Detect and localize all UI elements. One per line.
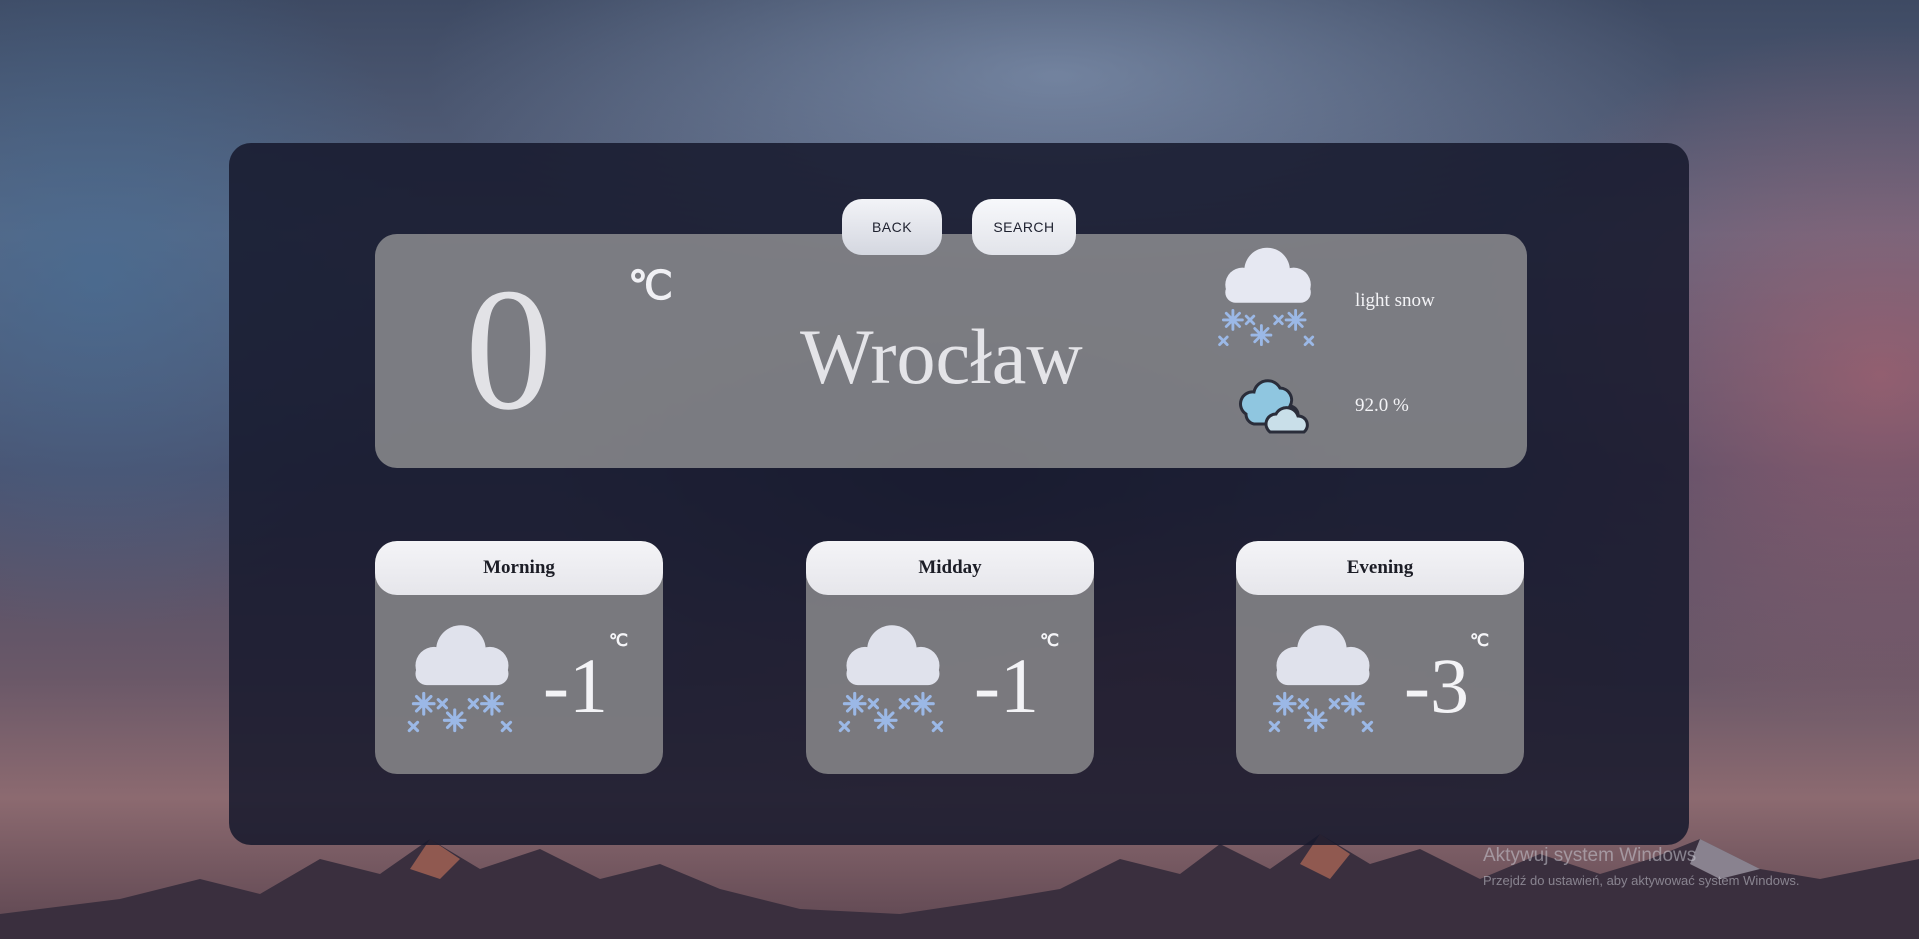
snow-cloud-icon <box>1218 247 1315 347</box>
clouds-icon <box>1239 379 1309 434</box>
forecast-label: Evening <box>1236 541 1524 595</box>
forecast-label: Morning <box>375 541 663 595</box>
humidity-value: 92.0 % <box>1355 395 1409 416</box>
forecast-temperature-unit: ℃ <box>609 631 629 650</box>
forecast-temperature: -1 <box>543 642 608 729</box>
forecast-temperature-unit: ℃ <box>1040 631 1060 650</box>
watermark-subtitle: Przejdź do ustawień, aby aktywować syste… <box>1483 873 1800 888</box>
forecast-card-morning: Morning -1 ℃ <box>375 541 663 774</box>
search-button[interactable]: SEARCH <box>972 199 1076 255</box>
forecast-temperature: -3 <box>1404 642 1469 729</box>
current-temperature: 0 <box>465 252 553 446</box>
snow-cloud-icon <box>407 625 513 733</box>
weather-description: light snow <box>1355 290 1435 311</box>
snow-cloud-icon <box>1268 625 1374 733</box>
forecast-label: Midday <box>806 541 1094 595</box>
back-button[interactable]: BACK <box>842 199 942 255</box>
city-name: Wrocław <box>800 313 1083 400</box>
forecast-temperature: -1 <box>974 642 1039 729</box>
forecast-temperature-unit: ℃ <box>1470 631 1490 650</box>
forecast-card-evening: Evening -3 ℃ <box>1236 541 1524 774</box>
forecast-card-midday: Midday -1 ℃ <box>806 541 1094 774</box>
snow-cloud-icon <box>838 625 944 733</box>
watermark-title: Aktywuj system Windows <box>1483 845 1697 866</box>
current-temperature-unit: ℃ <box>628 263 673 308</box>
windows-activation-watermark: Aktywuj system Windows Przejdź do ustawi… <box>1483 845 1799 888</box>
